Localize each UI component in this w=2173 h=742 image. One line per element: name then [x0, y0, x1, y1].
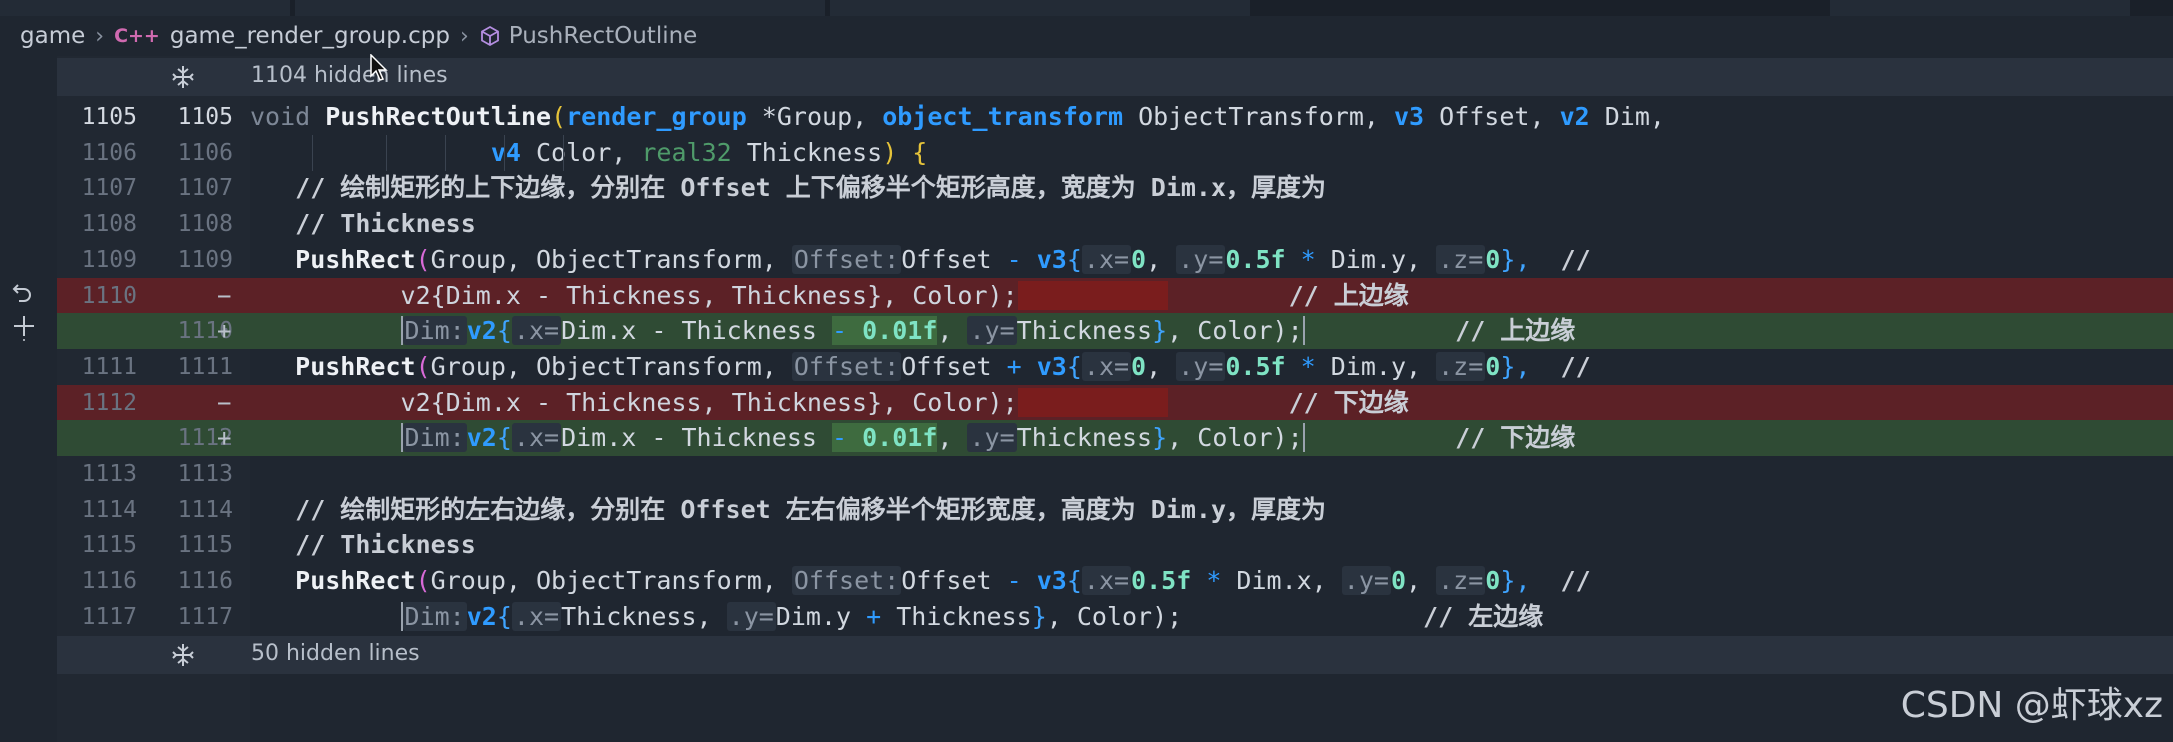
line-code: v2{Dim.x - Thickness, Thickness}, Color)… [400, 280, 1409, 310]
line-code: // Thickness [295, 209, 476, 239]
old-line-number: 1114 [81, 496, 137, 523]
tab-segment[interactable] [295, 0, 825, 16]
diff-marker: + [217, 424, 232, 453]
code-line[interactable]: 1114 1114 // 绘制矩形的左右边缘，分别在 Offset 左右偏移半个… [57, 492, 2173, 528]
old-line-number: 1112 [81, 389, 137, 416]
tab-segment[interactable] [830, 0, 1250, 16]
unfold-icon[interactable] [170, 64, 196, 90]
new-line-number: 1107 [177, 175, 233, 202]
new-line-number: 1117 [177, 603, 233, 630]
new-line-number: 1106 [177, 139, 233, 166]
undo-icon[interactable] [10, 279, 36, 312]
code-line[interactable]: 1106 1106 v4 Color, real32 Thickness) { [57, 134, 2173, 171]
new-line-number: 1108 [177, 211, 233, 238]
hidden-lines-bar[interactable]: 50 hidden lines [57, 636, 2173, 674]
code-line[interactable]: 1117 1117 Dim:v2{.x=Thickness, .y=Dim.y … [57, 599, 2173, 635]
old-line-number: 1116 [81, 568, 137, 595]
old-line-number: 1111 [81, 353, 137, 380]
cube-icon [479, 25, 501, 47]
line-code: PushRect(Group, ObjectTransform, Offset:… [295, 566, 1591, 596]
chevron-right-icon: › [459, 23, 469, 49]
new-line-number: 1111 [177, 353, 233, 380]
old-line-number: 1117 [81, 603, 137, 630]
breadcrumb-symbol[interactable]: PushRectOutline [509, 23, 698, 49]
old-line-number: 1105 [81, 104, 137, 130]
chevron-right-icon: › [95, 23, 105, 49]
diff-marker: − [217, 388, 232, 417]
diff-marker: + [217, 317, 232, 346]
deleted-line[interactable]: 1110 − v2{Dim.x - Thickness, Thickness},… [57, 277, 2173, 314]
new-line-number: 1105 [177, 104, 233, 130]
mouse-cursor-icon [370, 53, 388, 86]
code-line[interactable]: 1113 1113 [57, 456, 2173, 492]
hidden-lines-label: 1104 hidden lines [251, 63, 448, 88]
tab-segment[interactable] [1830, 0, 2130, 16]
line-code: // 绘制矩形的左右边缘，分别在 Offset 左右偏移半个矩形宽度，高度为 D… [295, 494, 1327, 524]
line-code: // Thickness [295, 530, 476, 560]
line-code: PushRect(Group, ObjectTransform, Offset:… [295, 351, 1591, 381]
tab-segment[interactable] [0, 0, 290, 16]
code-line[interactable]: 1108 1108 // Thickness [57, 206, 2173, 242]
new-line-number: 1114 [177, 496, 233, 523]
breadcrumb-file[interactable]: game_render_group.cpp [170, 23, 450, 49]
old-line-number: 1113 [81, 461, 137, 487]
new-line-number: 1115 [177, 532, 233, 559]
line-code: v4 Color, real32 Thickness) { [250, 134, 927, 171]
line-code: Dim:v2{.x=Dim.x - Thickness - 0.01f, .y=… [250, 422, 1575, 454]
code-line[interactable]: 1111 1111 PushRect(Group, ObjectTransfor… [57, 349, 2173, 385]
new-line-number: 1116 [177, 568, 233, 595]
code-line[interactable]: 1115 1115 // Thickness [57, 527, 2173, 563]
line-code: void PushRectOutline(render_group *Group… [250, 102, 1665, 131]
breadcrumb: game › C++ game_render_group.cpp › PushR… [0, 16, 2173, 56]
old-line-number: 1110 [81, 282, 137, 309]
line-code: Dim:v2{.x=Dim.x - Thickness - 0.01f, .y=… [250, 315, 1575, 347]
code-line[interactable]: 1109 1109 PushRect(Group, ObjectTransfor… [57, 242, 2173, 278]
watermark: CSDN @虾球xz [1900, 685, 2163, 726]
plus-icon[interactable] [10, 312, 38, 349]
added-line[interactable]: 1110 + Dim:v2{.x=Dim.x - Thickness - 0.0… [57, 313, 2173, 349]
old-line-number: 1108 [81, 211, 137, 238]
top-tab-strip [0, 0, 2173, 16]
diff-marker: − [217, 281, 232, 310]
line-code: Dim:v2{.x=Thickness, .y=Dim.y + Thicknes… [250, 601, 1543, 633]
new-line-number: 1113 [177, 461, 233, 487]
code-line[interactable]: 1105 1105 void PushRectOutline(render_gr… [57, 99, 2173, 135]
cpp-file-icon: C++ [114, 25, 160, 47]
line-code: PushRect(Group, ObjectTransform, Offset:… [295, 244, 1591, 274]
old-line-number: 1107 [81, 175, 137, 202]
code-line[interactable]: 1107 1107 // 绘制矩形的上下边缘，分别在 Offset 上下偏移半个… [57, 170, 2173, 206]
line-code: // 绘制矩形的上下边缘，分别在 Offset 上下偏移半个矩形高度，宽度为 D… [295, 173, 1327, 203]
code-line[interactable]: 1116 1116 PushRect(Group, ObjectTransfor… [57, 563, 2173, 599]
deleted-line[interactable]: 1112 − v2{Dim.x - Thickness, Thickness},… [57, 384, 2173, 421]
line-code: v2{Dim.x - Thickness, Thickness}, Color)… [400, 387, 1409, 417]
new-line-number: 1109 [177, 246, 233, 273]
old-line-number: 1115 [81, 532, 137, 559]
old-line-number: 1106 [81, 139, 137, 166]
diff-action-gutter [0, 56, 57, 742]
added-line[interactable]: 1112 + Dim:v2{.x=Dim.x - Thickness - 0.0… [57, 420, 2173, 456]
unfold-icon[interactable] [170, 642, 196, 668]
old-line-number: 1109 [81, 246, 137, 273]
breadcrumb-folder[interactable]: game [20, 23, 85, 49]
hidden-lines-label: 50 hidden lines [251, 641, 420, 666]
